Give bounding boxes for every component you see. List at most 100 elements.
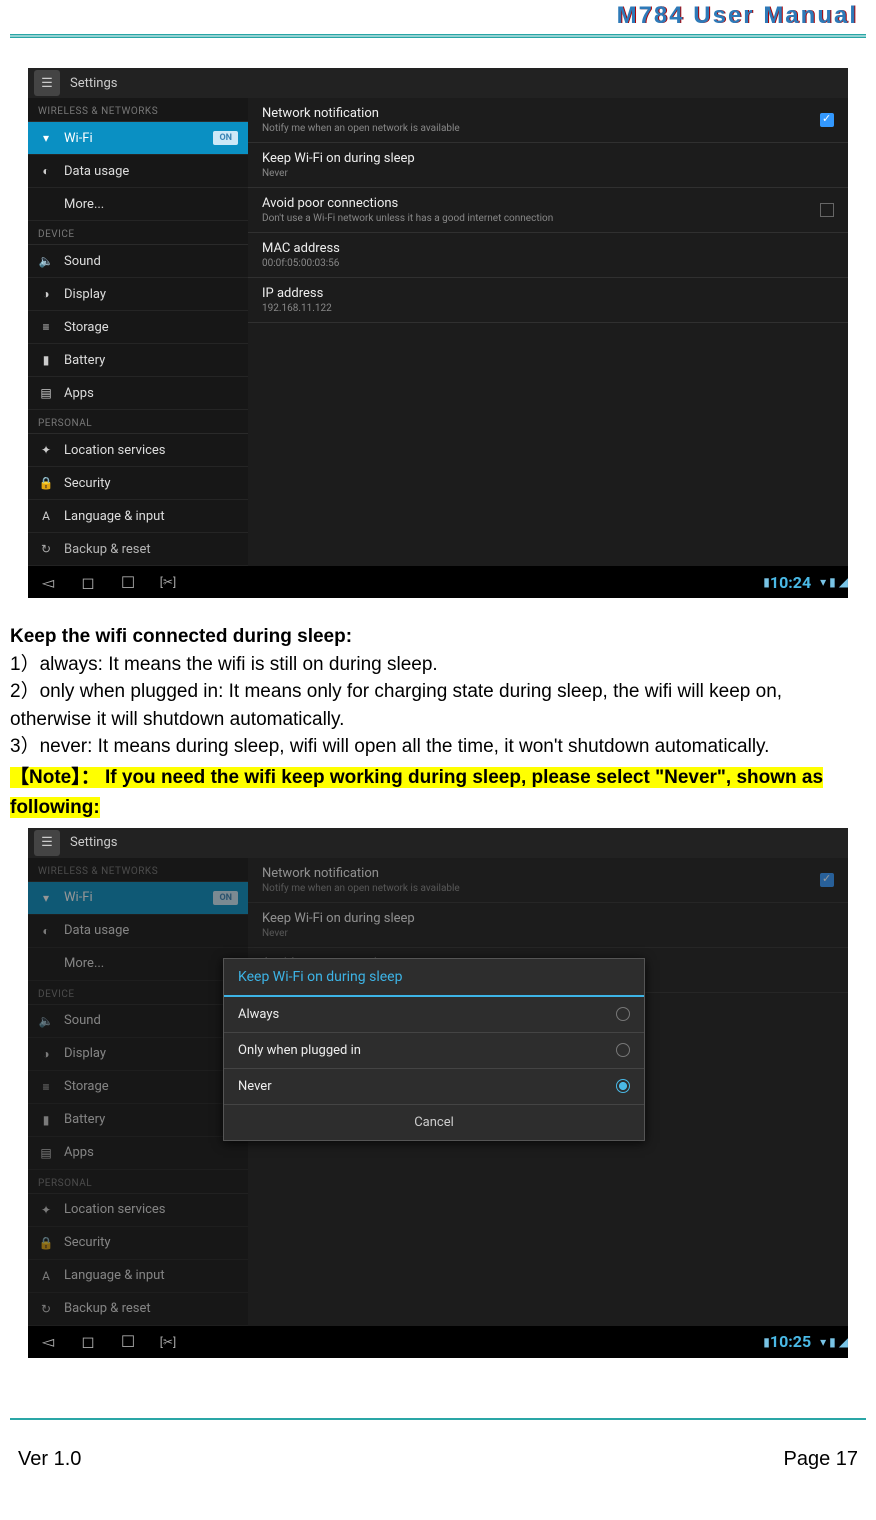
sidebar-item-data-usage[interactable]: ◐ Data usage	[28, 155, 248, 188]
sidebar-item-more[interactable]: More...	[28, 948, 248, 981]
android-navbar: ◅ ◻ ☐ [✂] ▮ 10:24 ▾▮◢	[28, 566, 848, 598]
sidebar-item-backup[interactable]: ↻Backup & reset	[28, 1293, 248, 1326]
titlebar-label: Settings	[70, 835, 117, 850]
sidebar-item-label: Display	[64, 287, 106, 302]
titlebar: ☰ Settings	[28, 68, 848, 98]
recent-icon[interactable]: ☐	[108, 1332, 148, 1351]
checkbox-on-icon[interactable]	[820, 113, 834, 127]
back-icon[interactable]: ◅	[28, 573, 68, 592]
checkbox-on-icon[interactable]	[820, 873, 834, 887]
sidebar-item-language[interactable]: A Language & input	[28, 500, 248, 533]
sidebar-item-label: Security	[64, 476, 111, 491]
sidebar-item-apps[interactable]: ▤ Apps	[28, 377, 248, 410]
radio-on-icon[interactable]	[616, 1079, 630, 1093]
dialog-cancel-button[interactable]: Cancel	[224, 1105, 644, 1140]
version-label: Ver 1.0	[18, 1448, 81, 1471]
sidebar-item-backup[interactable]: ↻ Backup & reset	[28, 533, 248, 566]
sidebar-item-label: Location services	[64, 1202, 166, 1217]
sidebar-item-wifi[interactable]: ▾ Wi-Fi ON	[28, 882, 248, 915]
storage-icon: ≡	[38, 1079, 54, 1095]
row-sub: Never	[262, 928, 415, 939]
status-tray-icons: ▾▮◢	[817, 575, 848, 589]
keep-wifi-dialog: Keep Wi-Fi on during sleep Always Only w…	[223, 958, 645, 1141]
sidebar-item-display[interactable]: ◑Display	[28, 1038, 248, 1071]
sidebar-item-location[interactable]: ✦ Location services	[28, 434, 248, 467]
doc-header-title: M784 User Manual	[10, 0, 866, 34]
sidebar-item-security[interactable]: 🔒Security	[28, 1227, 248, 1260]
sound-icon: 🔈	[38, 253, 54, 269]
sidebar-item-label: Storage	[64, 1079, 109, 1094]
storage-icon: ≡	[38, 319, 54, 335]
row-keep-wifi-sleep[interactable]: Keep Wi-Fi on during sleepNever	[248, 903, 848, 948]
sidebar-item-label: Wi-Fi	[64, 890, 93, 905]
dialog-option-never[interactable]: Never	[224, 1069, 644, 1105]
wifi-toggle-on[interactable]: ON	[213, 891, 238, 905]
row-sub: Notify me when an open network is availa…	[262, 123, 460, 134]
screenshot-icon[interactable]: [✂]	[148, 575, 188, 589]
data-usage-icon: ◐	[38, 923, 54, 939]
sidebar-item-location[interactable]: ✦Location services	[28, 1194, 248, 1227]
sidebar-item-security[interactable]: 🔒 Security	[28, 467, 248, 500]
blank-icon	[38, 196, 54, 212]
sidebar-item-label: Language & input	[64, 1268, 165, 1283]
sidebar-item-battery[interactable]: ▮ Battery	[28, 344, 248, 377]
sidebar-item-label: Data usage	[64, 923, 129, 938]
status-time: 10:25	[770, 1332, 817, 1351]
paragraph-2: 2）only when plugged in: It means only fo…	[10, 678, 866, 733]
sidebar-item-battery[interactable]: ▮Battery	[28, 1104, 248, 1137]
dialog-option-always[interactable]: Always	[224, 997, 644, 1033]
sound-icon: 🔈	[38, 1013, 54, 1029]
back-icon[interactable]: ◅	[28, 1332, 68, 1351]
row-label: Network notification	[262, 106, 460, 121]
language-icon: A	[38, 1268, 54, 1284]
display-icon: ◑	[38, 1046, 54, 1062]
sidebar-item-label: Wi-Fi	[64, 131, 93, 146]
sidebar-item-apps[interactable]: ▤ Apps	[28, 1137, 248, 1170]
home-icon[interactable]: ◻	[68, 1332, 108, 1351]
row-avoid-poor[interactable]: Avoid poor connections Don't use a Wi-Fi…	[248, 188, 848, 233]
category-device: DEVICE	[28, 221, 248, 245]
footer-rule	[10, 1418, 866, 1420]
lock-icon: 🔒	[38, 475, 54, 491]
option-label: Only when plugged in	[238, 1043, 361, 1058]
apps-icon: ▤	[38, 1145, 54, 1161]
row-sub: 192.168.11.122	[262, 303, 332, 314]
sidebar-item-sound[interactable]: 🔈Sound	[28, 1005, 248, 1038]
row-label: IP address	[262, 286, 332, 301]
page-number: Page 17	[783, 1448, 858, 1471]
sidebar-item-label: Data usage	[64, 164, 129, 179]
option-label: Always	[238, 1007, 279, 1022]
status-icons: ▮	[760, 575, 770, 589]
row-network-notification[interactable]: Network notification Notify me when an o…	[248, 98, 848, 143]
radio-off-icon[interactable]	[616, 1043, 630, 1057]
category-personal: PERSONAL	[28, 1170, 248, 1194]
sidebar-item-language[interactable]: A Language & input	[28, 1260, 248, 1293]
paragraph-1: 1）always: It means the wifi is still on …	[10, 651, 866, 679]
sidebar-item-wifi[interactable]: ▾ Wi-Fi ON	[28, 122, 248, 155]
recent-icon[interactable]: ☐	[108, 573, 148, 592]
sidebar-item-label: Apps	[64, 1145, 94, 1160]
sidebar-item-label: Battery	[64, 1112, 105, 1127]
row-keep-wifi-sleep[interactable]: Keep Wi-Fi on during sleep Never	[248, 143, 848, 188]
wifi-icon: ▾	[38, 890, 54, 906]
titlebar-label: Settings	[70, 76, 117, 91]
status-time: 10:24	[770, 573, 817, 592]
dialog-option-plugged[interactable]: Only when plugged in	[224, 1033, 644, 1069]
sidebar-item-label: Battery	[64, 353, 105, 368]
row-label: Avoid poor connections	[262, 196, 553, 211]
sidebar-item-storage[interactable]: ≡ Storage	[28, 311, 248, 344]
category-personal: PERSONAL	[28, 410, 248, 434]
radio-off-icon[interactable]	[616, 1007, 630, 1021]
screenshot-icon[interactable]: [✂]	[148, 1335, 188, 1349]
home-icon[interactable]: ◻	[68, 573, 108, 592]
sidebar-item-storage[interactable]: ≡ Storage	[28, 1071, 248, 1104]
sidebar-item-sound[interactable]: 🔈 Sound	[28, 245, 248, 278]
row-network-notification[interactable]: Network notificationNotify me when an op…	[248, 858, 848, 903]
checkbox-off-icon[interactable]	[820, 203, 834, 217]
sidebar-item-data-usage[interactable]: ◐ Data usage	[28, 915, 248, 948]
sidebar-item-display[interactable]: ◑ Display	[28, 278, 248, 311]
sidebar-item-label: Backup & reset	[64, 542, 151, 557]
wifi-toggle-on[interactable]: ON	[213, 131, 238, 145]
body-text-block: Keep the wifi connected during sleep: 1）…	[10, 623, 866, 824]
sidebar-item-more[interactable]: More...	[28, 188, 248, 221]
